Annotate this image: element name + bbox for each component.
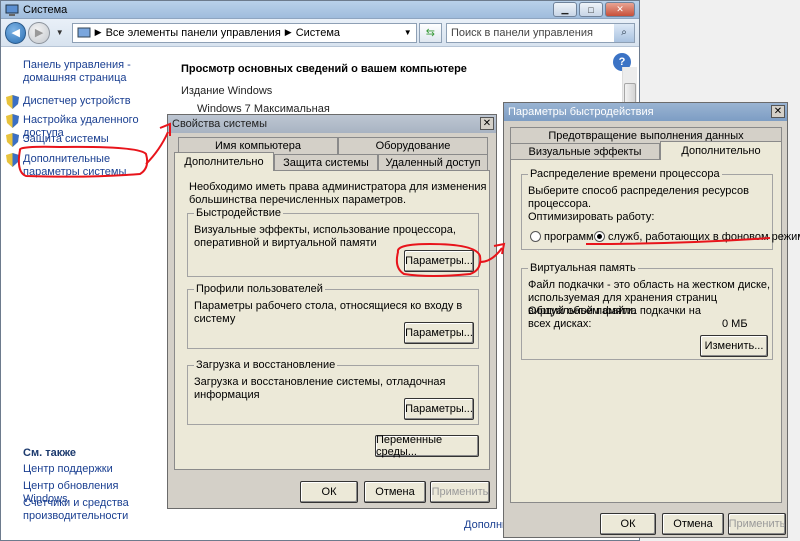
performance-settings-button[interactable]: Параметры... xyxy=(404,250,474,272)
breadcrumb-separator-icon: ▶ xyxy=(284,27,292,37)
refresh-button[interactable]: ⇆ xyxy=(418,22,442,43)
see-also-action-center[interactable]: Центр поддержки xyxy=(23,463,113,476)
startup-recovery-group-title: Загрузка и восстановление xyxy=(194,359,338,371)
performance-group: Быстродействие Визуальные эффекты, испол… xyxy=(187,207,479,277)
cpu-scheduling-group: Распределение времени процессора Выберит… xyxy=(521,168,800,250)
search-input[interactable]: Поиск в панели управления ⌕ xyxy=(445,22,636,43)
forward-button[interactable]: ▶ xyxy=(28,21,50,44)
shield-icon xyxy=(6,153,19,167)
sidebar-item-label: Диспетчер устройств xyxy=(23,95,131,107)
startup-recovery-settings-button[interactable]: Параметры... xyxy=(404,398,474,420)
radio-programs-label[interactable]: программ xyxy=(544,231,594,244)
chevron-down-icon[interactable]: ▼ xyxy=(400,28,416,37)
breadcrumb-part-1[interactable]: Все элементы панели управления xyxy=(106,27,281,39)
breadcrumb-separator-icon: ▶ xyxy=(94,27,102,37)
virtual-memory-title: Виртуальная память xyxy=(528,262,638,274)
window-titlebar: Система ▁ □ ✕ xyxy=(1,1,639,19)
advanced-tab-panel: Необходимо иметь права администратора дл… xyxy=(174,170,490,470)
tab-visual-effects[interactable]: Визуальные эффекты xyxy=(510,143,660,160)
performance-options-dialog: Параметры быстродействия ✕ Предотвращени… xyxy=(503,102,800,538)
close-icon[interactable]: ✕ xyxy=(480,117,494,130)
radio-programs[interactable] xyxy=(530,231,541,242)
tab-advanced[interactable]: Дополнительно xyxy=(660,141,782,160)
search-icon[interactable]: ⌕ xyxy=(614,23,635,42)
paging-total-value: 0 МБ xyxy=(722,318,748,330)
performance-group-title: Быстродействие xyxy=(194,207,283,219)
minimize-button[interactable]: ▁ xyxy=(553,2,577,17)
cpu-scheduling-title: Распределение времени процессора xyxy=(528,168,722,180)
apply-button[interactable]: Применить xyxy=(728,513,786,535)
performance-desc: Визуальные эффекты, использование процес… xyxy=(194,224,456,249)
sidebar-home-link[interactable]: Панель управления - домашняя страница xyxy=(23,59,163,85)
tab-hardware[interactable]: Оборудование xyxy=(338,137,488,154)
system-properties-dialog: Свойства системы ✕ Имя компьютера Оборуд… xyxy=(167,114,497,509)
user-profiles-group-title: Профили пользователей xyxy=(194,283,325,295)
system-icon xyxy=(5,4,19,16)
edition-label: Издание Windows xyxy=(181,85,273,97)
shield-icon xyxy=(6,95,19,109)
sidebar-item-label: Защита системы xyxy=(23,133,109,145)
control-panel-icon xyxy=(77,27,91,37)
change-virtual-memory-button[interactable]: Изменить... xyxy=(700,335,768,357)
maximize-button[interactable]: □ xyxy=(579,2,603,17)
tab-remote[interactable]: Удаленный доступ xyxy=(378,154,488,171)
window-title: Система xyxy=(23,3,68,16)
tab-advanced[interactable]: Дополнительно xyxy=(174,152,274,171)
history-dropdown-icon[interactable]: ▼ xyxy=(56,28,64,37)
admin-note: Необходимо иметь права администратора дл… xyxy=(189,181,487,206)
cpu-scheduling-desc: Выберите способ распределения ресурсов п… xyxy=(528,185,749,210)
optimize-label: Оптимизировать работу: xyxy=(528,211,655,223)
sidebar: Панель управления - домашняя страница Ди… xyxy=(1,49,166,540)
startup-recovery-group: Загрузка и восстановление Загрузка и вос… xyxy=(187,359,479,425)
close-icon[interactable]: ✕ xyxy=(771,105,785,118)
dialog-title: Свойства системы xyxy=(172,118,268,130)
address-bar[interactable]: ▶ Все элементы панели управления ▶ Систе… xyxy=(71,22,417,43)
dialog-titlebar: Свойства системы ✕ xyxy=(168,115,496,133)
user-profiles-settings-button[interactable]: Параметры... xyxy=(404,322,474,344)
user-profiles-group: Профили пользователей Параметры рабочего… xyxy=(187,283,479,349)
sidebar-item-label: Дополнительные параметры системы xyxy=(23,153,127,178)
environment-variables-button[interactable]: Переменные среды... xyxy=(375,434,479,458)
sidebar-item-device-manager[interactable]: Диспетчер устройств xyxy=(6,95,131,109)
shield-icon xyxy=(6,114,19,128)
sidebar-item-system-protection[interactable]: Защита системы xyxy=(6,133,109,147)
dialog-title: Параметры быстродействия xyxy=(508,106,654,118)
address-toolbar: ◀ ▶ ▼ ▶ Все элементы панели управления ▶… xyxy=(1,19,639,47)
search-placeholder: Поиск в панели управления xyxy=(450,26,593,39)
breadcrumb-part-2[interactable]: Система xyxy=(296,27,340,39)
close-button[interactable]: ✕ xyxy=(605,2,635,17)
more-link[interactable]: Дополни xyxy=(464,519,508,531)
shield-icon xyxy=(6,133,19,147)
dialog-titlebar: Параметры быстродействия ✕ xyxy=(504,103,787,121)
ok-button[interactable]: ОК xyxy=(300,481,358,503)
tab-system-protection[interactable]: Защита системы xyxy=(274,154,378,171)
ok-button[interactable]: ОК xyxy=(600,513,656,535)
virtual-memory-group: Виртуальная память Файл подкачки - это о… xyxy=(521,262,773,360)
see-also-heading: См. также xyxy=(23,447,76,459)
radio-background-services[interactable] xyxy=(594,231,605,242)
radio-background-services-label[interactable]: служб, работающих в фоновом режиме xyxy=(608,231,800,244)
paging-total-label: Общий объем файла подкачки на всех диска… xyxy=(528,305,701,330)
advanced-tab-panel: Распределение времени процессора Выберит… xyxy=(510,159,800,503)
see-also-performance-tools[interactable]: Счетчики и средства производительности xyxy=(23,497,143,523)
page-title: Просмотр основных сведений о вашем компь… xyxy=(181,63,467,75)
cancel-button[interactable]: Отмена xyxy=(662,513,724,535)
cancel-button[interactable]: Отмена xyxy=(364,481,426,503)
back-button[interactable]: ◀ xyxy=(5,21,27,44)
apply-button[interactable]: Применить xyxy=(430,481,490,503)
sidebar-item-advanced-settings[interactable]: Дополнительные параметры системы xyxy=(6,153,158,179)
